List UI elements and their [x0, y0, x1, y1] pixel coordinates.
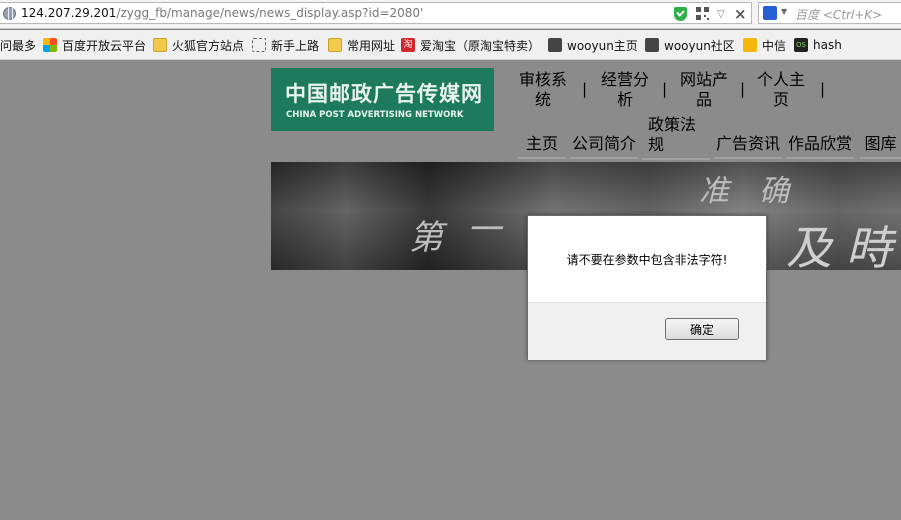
banner-text: 确: [759, 174, 789, 209]
top-nav-analysis[interactable]: 经营分析: [599, 70, 651, 110]
bookmark-item[interactable]: 问最多: [0, 37, 36, 53]
main-nav-news[interactable]: 广告资讯: [714, 134, 782, 159]
top-nav-audit[interactable]: 审核系统: [517, 70, 569, 110]
globe-icon: [3, 7, 16, 20]
bookmarks-bar: 问最多 百度开放云平台 火狐官方站点 新手上路 常用网址 淘爱淘宝（原淘宝特卖）…: [0, 30, 901, 60]
logo-text-cn: 中国邮政广告传媒网: [285, 82, 483, 106]
banner-text: 時: [846, 221, 892, 270]
url-field[interactable]: 124.207.29.201/zygg_fb/manage/news/news_…: [0, 2, 752, 24]
site-logo[interactable]: 中国邮政广告传媒网 CHINA POST ADVERTISING NETWORK: [271, 68, 494, 131]
banner-text: 准: [699, 174, 729, 209]
bookmark-item[interactable]: 淘爱淘宝（原淘宝特卖）: [401, 37, 540, 53]
url-text[interactable]: 124.207.29.201/zygg_fb/manage/news/news_…: [21, 6, 423, 20]
alert-footer: 确定: [528, 302, 766, 360]
bookmark-item[interactable]: 新手上路: [252, 37, 319, 53]
baidu-paw-icon[interactable]: 🐾: [763, 6, 777, 20]
ok-button[interactable]: 确定: [665, 318, 739, 340]
bookmark-item[interactable]: 中信: [743, 37, 786, 53]
chevron-down-icon[interactable]: ▽: [717, 9, 725, 20]
main-nav-home[interactable]: 主页: [518, 134, 566, 159]
qr-code-icon[interactable]: [696, 7, 709, 20]
banner-text: 及: [786, 221, 832, 270]
banner-text: 第: [409, 218, 443, 258]
main-nav-gallery[interactable]: 图库: [860, 134, 901, 159]
logo-text-en: CHINA POST ADVERTISING NETWORK: [286, 110, 464, 120]
banner-text: 一: [467, 210, 501, 250]
bookmark-item[interactable]: 火狐官方站点: [153, 37, 244, 53]
folder-icon: [328, 38, 342, 52]
address-bar: 124.207.29.201/zygg_fb/manage/news/news_…: [0, 0, 901, 29]
dashed-page-icon: [252, 38, 266, 52]
folder-icon: [153, 38, 167, 52]
main-nav-about[interactable]: 公司简介: [570, 134, 638, 159]
bookmark-item[interactable]: wooyun主页: [548, 37, 638, 53]
nav-separator: |: [582, 80, 588, 98]
nav-separator: |: [820, 80, 826, 98]
bookmark-item[interactable]: OS hash: [794, 37, 842, 53]
search-placeholder: 百度 <Ctrl+K>: [795, 8, 883, 22]
hash-icon: OS: [794, 38, 808, 52]
top-nav-products[interactable]: 网站产品: [678, 70, 730, 110]
taobao-icon: 淘: [401, 38, 415, 52]
nav-separator: |: [662, 80, 668, 98]
alert-dialog: 请不要在参数中包含非法字符! 确定: [527, 215, 767, 360]
bookmark-item[interactable]: 百度开放云平台: [43, 37, 146, 53]
security-shield-icon[interactable]: [674, 7, 687, 21]
bookmark-item[interactable]: 常用网址: [328, 37, 395, 53]
citic-icon: [743, 38, 757, 52]
alert-message: 请不要在参数中包含非法字符!: [566, 253, 728, 267]
bookmark-item[interactable]: wooyun社区: [645, 37, 735, 53]
main-nav-works[interactable]: 作品欣赏: [786, 134, 854, 159]
nav-separator: |: [740, 80, 746, 98]
windows-icon: [43, 38, 57, 52]
search-input[interactable]: 🐾 ▼ 百度 <Ctrl+K>: [758, 2, 901, 24]
wooyun-icon: [548, 38, 562, 52]
close-icon[interactable]: ×: [734, 5, 747, 23]
search-engine-dropdown-icon[interactable]: ▼: [781, 7, 787, 16]
wooyun-icon: [645, 38, 659, 52]
top-nav-personal[interactable]: 个人主页: [755, 70, 807, 110]
main-nav-policy[interactable]: 政策法规: [642, 115, 710, 160]
